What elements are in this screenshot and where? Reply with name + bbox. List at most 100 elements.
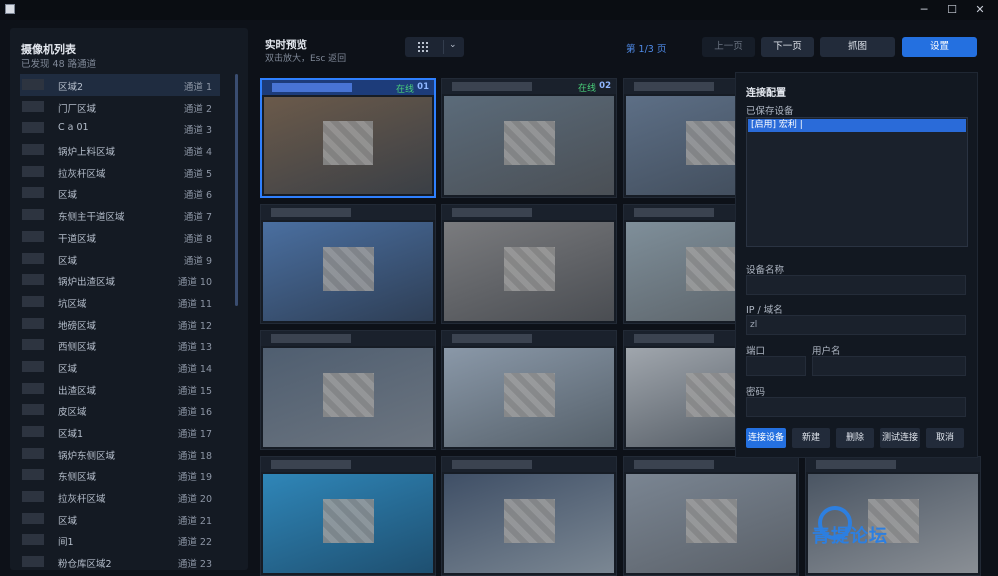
next-page-button[interactable]: 下一页 <box>761 37 814 57</box>
camera-list-item[interactable]: 锅炉出渣区域 通道 10 <box>20 269 220 291</box>
video-cell[interactable] <box>260 204 436 324</box>
camera-name: 坑区域 <box>58 298 87 310</box>
camera-name: 拉灰杆区域 <box>58 494 106 506</box>
blurred-prefix <box>22 512 44 524</box>
video-cell[interactable]: 在线 01 <box>260 78 436 198</box>
close-button[interactable]: ✕ <box>966 2 994 18</box>
cancel-button[interactable]: 取消 <box>926 428 964 448</box>
maximize-button[interactable]: ☐ <box>938 2 966 18</box>
pixelated-region <box>685 246 737 292</box>
camera-list-item[interactable]: 区域 通道 6 <box>20 182 220 204</box>
video-feed <box>263 348 433 447</box>
saved-device-item[interactable]: [启用] 宏利 | <box>748 119 966 132</box>
camera-name: 地磅区域 <box>58 320 97 332</box>
video-cell[interactable] <box>623 456 799 576</box>
ip-field[interactable]: zl <box>746 315 966 335</box>
camera-list-item[interactable]: 东侧区域 通道 19 <box>20 464 220 486</box>
camera-list-item[interactable]: 拉灰杆区域 通道 20 <box>20 486 220 508</box>
camera-list-item[interactable]: 锅炉上料区域 通道 4 <box>20 139 220 161</box>
blurred-prefix <box>22 122 44 134</box>
channel-label: 通道 21 <box>177 515 212 527</box>
capture-button[interactable]: 抓图 <box>820 37 895 57</box>
video-feed <box>263 474 433 573</box>
camera-list: 区域2 通道 1 门厂区域 通道 2 C a 01 通道 3 锅炉上料区域 通道 4 拉灰杆区域… <box>20 74 220 573</box>
delete-button[interactable]: 删除 <box>836 428 874 448</box>
video-cell[interactable] <box>260 330 436 450</box>
camera-name: 锅炉东侧区域 <box>58 450 116 462</box>
camera-list-item[interactable]: 区域1 通道 17 <box>20 421 220 443</box>
page-indicator: 第 1/3 页 <box>626 44 667 55</box>
camera-list-scrollbar[interactable] <box>235 74 238 306</box>
pixelated-region <box>503 372 555 418</box>
cell-header <box>442 205 616 220</box>
divider <box>443 40 444 54</box>
camera-list-item[interactable]: 区域 通道 21 <box>20 508 220 530</box>
blurred-prefix <box>22 79 44 90</box>
cell-header <box>806 457 980 472</box>
pixelated-region <box>322 498 374 544</box>
camera-list-item[interactable]: 干道区域 通道 8 <box>20 226 220 248</box>
camera-name: 出渣区域 <box>58 385 97 397</box>
test-connection-button[interactable]: 测试连接 <box>880 428 920 448</box>
grid-layout-dropdown[interactable]: ⌄ <box>405 37 464 57</box>
device-name-field[interactable] <box>746 275 966 295</box>
password-label: 密码 <box>746 387 766 398</box>
camera-name: C a 01 <box>58 122 89 134</box>
camera-list-item[interactable]: 门厂区域 通道 2 <box>20 96 220 118</box>
live-preview-title: 实时预览 <box>265 39 307 51</box>
username-field[interactable] <box>812 356 966 376</box>
camera-list-item[interactable]: 区域 通道 9 <box>20 248 220 270</box>
camera-list-item[interactable]: 拉灰杆区域 通道 5 <box>20 161 220 183</box>
video-cell[interactable] <box>441 330 617 450</box>
channel-label: 通道 6 <box>183 190 212 202</box>
camera-name: 锅炉出渣区域 <box>58 277 116 289</box>
video-cell[interactable]: 在线 02 <box>441 78 617 198</box>
saved-devices-label: 已保存设备 <box>746 106 794 117</box>
pixelated-region <box>685 498 737 544</box>
settings-button[interactable]: 设置 <box>902 37 977 57</box>
port-label: 端口 <box>746 346 766 357</box>
camera-list-item[interactable]: 区域2 通道 1 <box>20 74 220 96</box>
camera-list-item[interactable]: C a 01 通道 3 <box>20 117 220 139</box>
cell-header <box>261 331 435 346</box>
video-cell[interactable] <box>260 456 436 576</box>
blurred-prefix <box>22 100 44 112</box>
saved-devices-list[interactable]: [启用] 宏利 | <box>746 117 968 247</box>
channel-label: 通道 5 <box>183 168 212 180</box>
camera-name: 东侧主干道区域 <box>58 212 125 224</box>
camera-list-item[interactable]: 出渣区域 通道 15 <box>20 378 220 400</box>
prev-page-button[interactable]: 上一页 <box>702 37 755 57</box>
video-feed <box>444 96 614 195</box>
camera-list-item[interactable]: 锅炉东侧区域 通道 18 <box>20 443 220 465</box>
blurred-prefix <box>22 339 44 351</box>
camera-list-item[interactable]: 坑区域 通道 11 <box>20 291 220 313</box>
video-cell[interactable] <box>441 456 617 576</box>
cell-header <box>261 205 435 220</box>
camera-name: 锅炉上料区域 <box>58 147 116 159</box>
channel-label: 通道 12 <box>177 320 212 332</box>
video-cell[interactable] <box>441 204 617 324</box>
app-icon <box>5 4 15 14</box>
camera-list-item[interactable]: 间1 通道 22 <box>20 529 220 551</box>
new-button[interactable]: 新建 <box>792 428 830 448</box>
password-field[interactable] <box>746 397 966 417</box>
ip-label: IP / 域名 <box>746 305 783 316</box>
channel-label: 通道 23 <box>177 559 212 571</box>
connect-button[interactable]: 连接设备 <box>746 428 786 448</box>
pixelated-region <box>322 372 374 418</box>
camera-list-item[interactable]: 皮区域 通道 16 <box>20 399 220 421</box>
minimize-button[interactable]: ─ <box>910 2 938 18</box>
channel-label: 通道 1 <box>183 82 212 93</box>
camera-list-item[interactable]: 区域 通道 14 <box>20 356 220 378</box>
blurred-camera-tag <box>452 460 532 469</box>
port-field[interactable] <box>746 356 806 376</box>
camera-list-item[interactable]: 西侧区域 通道 13 <box>20 334 220 356</box>
blurred-prefix <box>22 404 44 416</box>
chevron-down-icon: ⌄ <box>449 40 457 50</box>
camera-list-item[interactable]: 东侧主干道区域 通道 7 <box>20 204 220 226</box>
blurred-camera-tag <box>634 208 714 217</box>
blurred-camera-tag <box>634 334 714 343</box>
blurred-camera-tag <box>452 334 532 343</box>
cell-number: 02 <box>599 81 611 91</box>
camera-list-item[interactable]: 地磅区域 通道 12 <box>20 313 220 335</box>
